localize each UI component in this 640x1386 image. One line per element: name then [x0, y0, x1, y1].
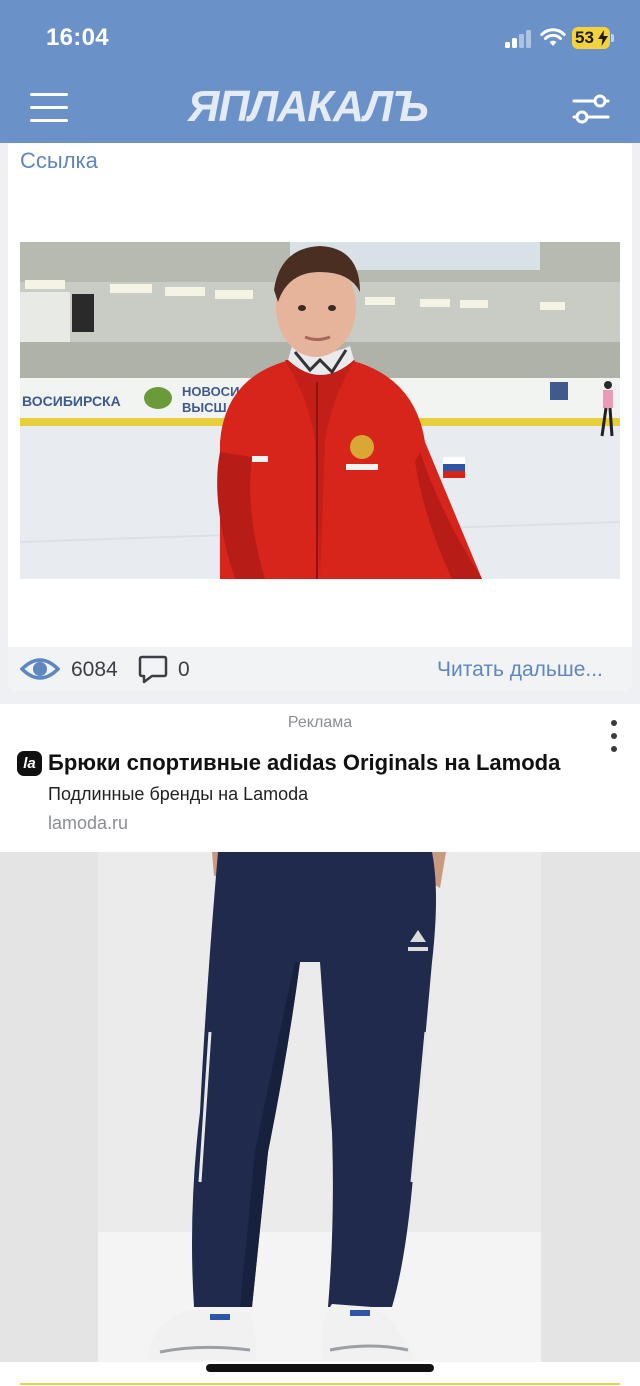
menu-button[interactable]: [30, 93, 68, 123]
comment-icon[interactable]: [138, 654, 168, 684]
charging-bolt-icon: [598, 30, 608, 46]
svg-text:ВЫСШ: ВЫСШ: [182, 400, 227, 415]
ad-domain[interactable]: lamoda.ru: [48, 813, 128, 834]
post-photo[interactable]: ВОСИБИРСКА НОВОСИ ВЫСШ: [20, 242, 620, 579]
ad-title[interactable]: Брюки спортивные adidas Originals на Lam…: [48, 750, 560, 776]
logo-text: ЯПЛАКАЛЪ: [188, 82, 429, 131]
filter-button[interactable]: [572, 94, 610, 124]
battery-indicator: 53: [572, 27, 614, 49]
bottom-divider: [20, 1383, 620, 1385]
site-logo[interactable]: ЯПЛАКАЛЪ: [188, 78, 452, 134]
eye-icon: [20, 658, 60, 680]
battery-level: 53: [575, 28, 594, 47]
comment-count: 0: [178, 658, 190, 681]
svg-text:ВОСИБИРСКА: ВОСИБИРСКА: [22, 393, 121, 409]
ad-product-photo[interactable]: [0, 852, 640, 1362]
signal-icon: [505, 30, 533, 48]
read-more-link[interactable]: Читать дальше...: [437, 658, 603, 682]
ad-label: Реклама: [287, 714, 353, 731]
ad-subtitle: Подлинные бренды на Lamoda: [48, 784, 309, 804]
wifi-icon: [540, 28, 566, 46]
menu-icon: [30, 93, 68, 96]
home-indicator[interactable]: [206, 1364, 434, 1372]
status-time: 16:04: [46, 24, 109, 51]
post-link[interactable]: Ссылка: [20, 148, 98, 174]
filter-icon: [572, 94, 610, 124]
more-vertical-icon: [611, 720, 617, 726]
ad-more-button[interactable]: [604, 718, 624, 758]
svg-text:НОВОСИ: НОВОСИ: [182, 384, 239, 399]
lamoda-logo: la: [17, 751, 42, 776]
view-count: 6084: [71, 658, 118, 681]
